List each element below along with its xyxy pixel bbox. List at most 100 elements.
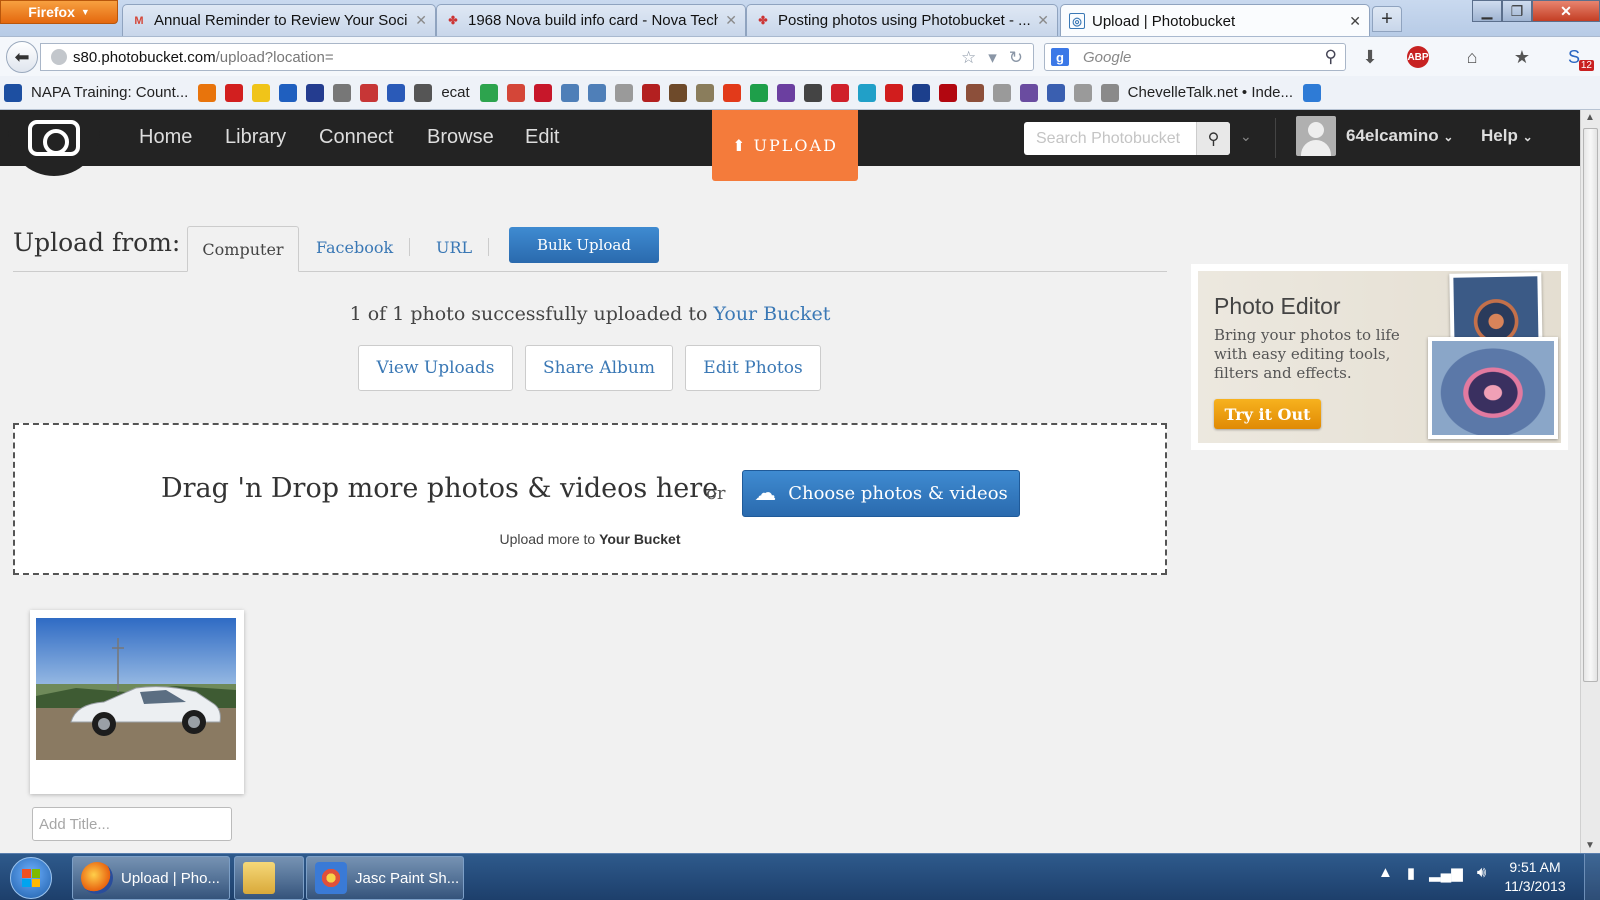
bookmark-icon[interactable]: [830, 83, 849, 102]
power-icon[interactable]: ▮: [1407, 864, 1415, 882]
browser-tab-gmail[interactable]: M Annual Reminder to Review Your Soci...…: [122, 4, 436, 36]
bookmark-icon[interactable]: [857, 83, 876, 102]
bookmark-icon[interactable]: [252, 83, 271, 102]
skype-icon[interactable]: 12 S: [1562, 45, 1594, 71]
bookmarks-menu-icon[interactable]: ★: [1510, 45, 1534, 69]
bookmark-icon[interactable]: [587, 83, 606, 102]
scroll-up-icon[interactable]: ▲: [1585, 112, 1595, 123]
bookmark-icon[interactable]: [938, 83, 957, 102]
bookmark-icon[interactable]: [306, 83, 325, 102]
google-icon[interactable]: g: [1051, 48, 1069, 66]
bookmark-label[interactable]: NAPA Training: Count...: [31, 84, 188, 101]
nav-edit[interactable]: Edit: [525, 126, 559, 149]
bookmark-label[interactable]: ecat: [441, 84, 469, 101]
bookmark-icon[interactable]: [279, 83, 298, 102]
show-desktop-button[interactable]: [1584, 854, 1600, 900]
browser-tab-nova-tech[interactable]: ✤ 1968 Nova build info card - Nova Tech …: [436, 4, 746, 36]
new-tab-button[interactable]: +: [1372, 6, 1402, 32]
bookmark-icon[interactable]: [533, 83, 552, 102]
home-icon[interactable]: ⌂: [1460, 45, 1484, 69]
bookmark-icon[interactable]: [387, 83, 406, 102]
bookmark-icon[interactable]: [992, 83, 1011, 102]
bookmark-icon[interactable]: [668, 83, 687, 102]
network-icon[interactable]: ▂▄▆: [1429, 864, 1463, 882]
taskbar-item-firefox[interactable]: Upload | Pho...: [72, 856, 230, 900]
bookmark-icon[interactable]: [803, 83, 822, 102]
adblock-icon[interactable]: ABP: [1398, 45, 1438, 69]
user-menu[interactable]: 64elcamino ⌄: [1346, 126, 1453, 146]
your-bucket-link[interactable]: Your Bucket: [713, 303, 830, 325]
bulk-upload-button[interactable]: Bulk Upload: [509, 227, 659, 263]
nav-browse[interactable]: Browse: [427, 126, 494, 149]
bookmark-icon[interactable]: [776, 83, 795, 102]
bookmark-icon[interactable]: [1100, 83, 1119, 102]
nav-connect[interactable]: Connect: [319, 126, 394, 149]
bookmark-icon[interactable]: [614, 83, 633, 102]
page-scrollbar[interactable]: ▲ ▼: [1580, 110, 1600, 853]
search-icon[interactable]: ⚲: [1196, 122, 1230, 155]
browser-search-bar[interactable]: g Google ⚲: [1044, 43, 1346, 71]
bookmark-icon[interactable]: [749, 83, 768, 102]
bookmark-icon[interactable]: [198, 83, 217, 102]
help-menu[interactable]: Help ⌄: [1481, 126, 1533, 146]
bookmark-icon[interactable]: [506, 83, 525, 102]
start-button[interactable]: [10, 857, 52, 899]
bookmark-icon[interactable]: [884, 83, 903, 102]
upload-button[interactable]: ⬆ UPLOAD: [712, 110, 858, 181]
bookmark-icon[interactable]: [479, 83, 498, 102]
bookmark-icon[interactable]: [360, 83, 379, 102]
browser-tab-posting-photos[interactable]: ✤ Posting photos using Photobucket - ...…: [746, 4, 1058, 36]
avatar[interactable]: [1296, 116, 1336, 156]
close-icon[interactable]: ✕: [725, 12, 737, 29]
photobucket-logo[interactable]: [8, 110, 100, 176]
scroll-thumb[interactable]: [1583, 128, 1598, 682]
bookmark-icon[interactable]: [641, 83, 660, 102]
taskbar-item-paintshop[interactable]: Jasc Paint Sh...: [306, 856, 464, 900]
back-button[interactable]: ⬅: [6, 41, 38, 73]
reload-icon[interactable]: ↻: [1009, 48, 1023, 68]
bookmark-icon[interactable]: [560, 83, 579, 102]
bookmark-icon[interactable]: [225, 83, 244, 102]
close-icon[interactable]: ✕: [1037, 12, 1049, 29]
bookmark-icon[interactable]: [1019, 83, 1038, 102]
window-minimize-button[interactable]: ▁: [1472, 0, 1502, 22]
close-icon[interactable]: ✕: [1349, 13, 1361, 30]
scroll-down-icon[interactable]: ▼: [1585, 840, 1595, 851]
tab-computer[interactable]: Computer: [187, 226, 299, 272]
browser-tab-photobucket[interactable]: ◎ Upload | Photobucket ✕: [1060, 4, 1370, 37]
close-icon[interactable]: ✕: [415, 12, 427, 29]
bookmark-icon[interactable]: [1046, 83, 1065, 102]
share-album-button[interactable]: Share Album: [525, 345, 673, 391]
site-search[interactable]: Search Photobucket ⚲: [1024, 122, 1230, 155]
view-uploads-button[interactable]: View Uploads: [358, 345, 513, 391]
taskbar-item-explorer[interactable]: [234, 856, 304, 900]
bookmark-icon[interactable]: [1303, 83, 1322, 102]
search-icon[interactable]: ⚲: [1325, 47, 1337, 67]
url-bar[interactable]: s80.photobucket.com /upload?location= ☆ …: [40, 43, 1034, 71]
photo-editor-promo[interactable]: Photo Editor Bring your photos to life w…: [1191, 264, 1568, 450]
nav-home[interactable]: Home: [139, 126, 192, 149]
tab-url[interactable]: URL: [436, 238, 472, 257]
bookmark-icon[interactable]: [4, 83, 22, 102]
bookmark-icon[interactable]: [965, 83, 984, 102]
bookmark-icon[interactable]: [1073, 83, 1092, 102]
window-maximize-button[interactable]: ❐: [1502, 0, 1532, 22]
dropdown-arrow-icon[interactable]: ▾: [988, 48, 997, 68]
bookmark-label[interactable]: ChevelleTalk.net • Inde...: [1128, 84, 1293, 101]
bookmark-icon[interactable]: [722, 83, 741, 102]
edit-photos-button[interactable]: Edit Photos: [685, 345, 821, 391]
drop-zone[interactable]: Drag 'n Drop more photos & videos here o…: [13, 423, 1167, 575]
chevron-down-icon[interactable]: ⌄: [1240, 128, 1252, 145]
bookmark-star-icon[interactable]: ☆: [961, 48, 976, 68]
downloads-icon[interactable]: ⬇: [1358, 45, 1382, 69]
window-close-button[interactable]: ✕: [1532, 0, 1600, 22]
bookmark-icon[interactable]: [911, 83, 930, 102]
tab-facebook[interactable]: Facebook: [316, 238, 393, 257]
uploaded-photo-card[interactable]: [30, 610, 244, 794]
firefox-menu-button[interactable]: Firefox ▼: [0, 0, 118, 24]
bookmark-icon[interactable]: [695, 83, 714, 102]
choose-photos-button[interactable]: ☁ Choose photos & videos: [742, 470, 1020, 517]
uploaded-photo-thumbnail[interactable]: [36, 618, 236, 760]
try-it-out-button[interactable]: Try it Out: [1214, 399, 1321, 429]
show-hidden-icons-icon[interactable]: ▲: [1378, 864, 1393, 882]
